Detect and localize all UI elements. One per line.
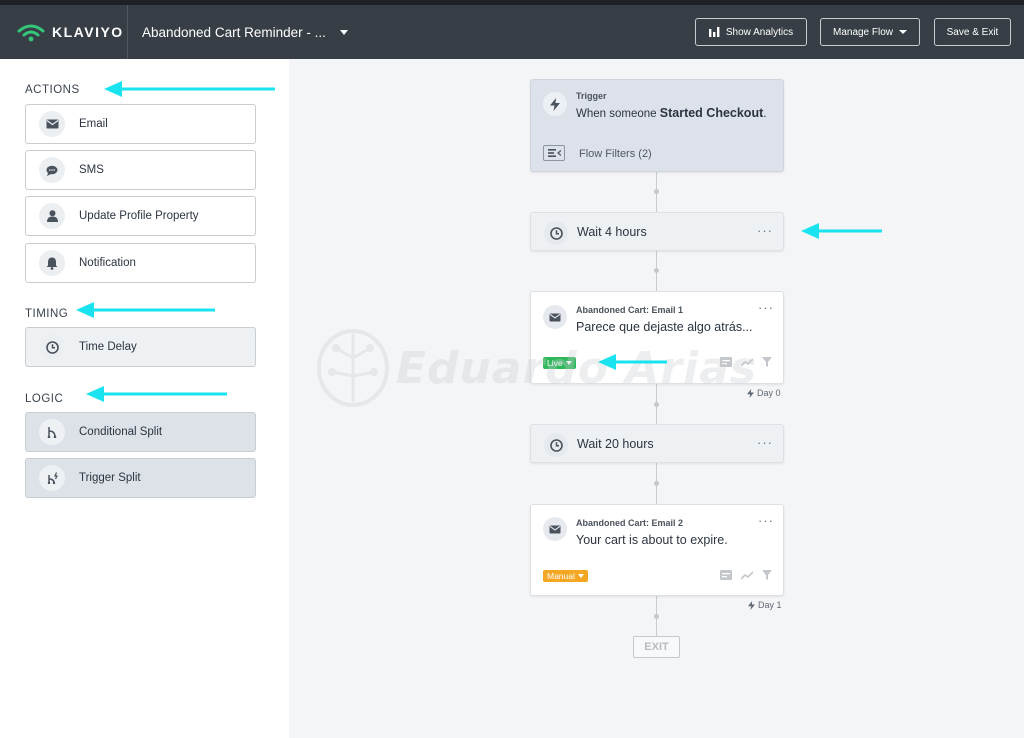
annotation-arrow-icon: [801, 223, 882, 239]
connector-dot: [654, 614, 659, 619]
top-bar: KLAVIYO Abandoned Cart Reminder - ... Sh…: [0, 0, 1024, 59]
annotation-arrow-icon: [104, 81, 275, 97]
status-badge[interactable]: Manual: [543, 570, 588, 582]
day-label: Day 1: [748, 600, 782, 610]
annotation-arrow-icon: [76, 302, 215, 318]
filter-icon: [762, 357, 772, 367]
action-time-delay[interactable]: Time Delay: [25, 327, 256, 367]
action-notification[interactable]: Notification: [25, 243, 256, 283]
save-exit-button[interactable]: Save & Exit: [934, 18, 1011, 46]
filter-list-icon: [543, 145, 565, 161]
exit-node: EXIT: [633, 636, 680, 658]
trigger-prefix: When someone: [576, 108, 657, 120]
email-name: Abandoned Cart: Email 1: [576, 305, 684, 315]
save-exit-label: Save & Exit: [946, 26, 999, 38]
bell-icon: [39, 250, 65, 276]
chevron-down-icon: [577, 574, 584, 578]
email-card[interactable]: Abandoned Cart: Email 2 Your cart is abo…: [530, 504, 784, 596]
chevron-down-icon: [339, 30, 348, 35]
annotation-arrow-icon: [86, 386, 227, 402]
more-options-icon[interactable]: ···: [757, 435, 773, 450]
header-divider: [127, 5, 128, 59]
flow-title-dropdown[interactable]: Abandoned Cart Reminder - ...: [142, 25, 348, 40]
watermark: Eduardo Arias: [316, 328, 757, 408]
manage-flow-button[interactable]: Manage Flow: [820, 18, 920, 46]
envelope-icon: [39, 111, 65, 137]
action-label: Trigger Split: [79, 472, 141, 484]
bar-chart-icon: [708, 27, 720, 37]
action-label: SMS: [79, 164, 104, 176]
clock-icon: [544, 221, 568, 245]
action-email[interactable]: Email: [25, 104, 256, 144]
action-label: Update Profile Property: [79, 210, 199, 222]
flow-title: Abandoned Cart Reminder - ...: [142, 25, 326, 40]
wait-card[interactable]: Wait 20 hours ···: [530, 424, 784, 463]
connector-dot: [654, 189, 659, 194]
action-sms[interactable]: SMS: [25, 150, 256, 190]
envelope-icon: [543, 517, 567, 541]
more-options-icon[interactable]: ···: [758, 300, 774, 315]
show-analytics-label: Show Analytics: [725, 26, 794, 38]
wifi-logo-icon: [17, 24, 45, 42]
show-analytics-button[interactable]: Show Analytics: [695, 18, 807, 46]
trigger-event: Started Checkout: [659, 106, 764, 120]
email-subject: Your cart is about to expire.: [576, 533, 728, 547]
annotation-arrow-icon: [598, 354, 667, 370]
brain-logo-icon: [317, 329, 389, 407]
envelope-icon: [543, 305, 567, 329]
lightning-icon: [543, 92, 567, 116]
chat-bubble-icon: [39, 157, 65, 183]
manage-flow-label: Manage Flow: [832, 26, 894, 38]
trend-icon: [741, 570, 753, 580]
klaviyo-logo[interactable]: KLAVIYO: [16, 19, 124, 45]
clock-icon: [544, 433, 568, 457]
action-label: Time Delay: [79, 341, 137, 353]
wait-label: Wait 20 hours: [577, 437, 654, 451]
trigger-card[interactable]: Trigger When someone Started Checkout. F…: [530, 79, 784, 172]
email-name: Abandoned Cart: Email 2: [576, 518, 684, 528]
action-label: Email: [79, 118, 108, 130]
action-trigger-split[interactable]: Trigger Split: [25, 458, 256, 498]
connector-dot: [654, 268, 659, 273]
action-label: Notification: [79, 257, 136, 269]
watermark-text: Eduardo Arias: [396, 342, 758, 394]
email-tools: [720, 570, 772, 580]
connector-dot: [654, 481, 659, 486]
actions-heading: ACTIONS: [25, 84, 80, 96]
lightning-icon: [748, 600, 755, 610]
logic-heading: LOGIC: [25, 393, 64, 405]
more-options-icon[interactable]: ···: [758, 513, 774, 528]
timing-heading: TIMING: [25, 308, 69, 320]
flow-filters-link[interactable]: Flow Filters (2): [579, 148, 652, 160]
filter-icon: [762, 570, 772, 580]
trigger-label: Trigger: [576, 91, 607, 101]
person-icon: [39, 203, 65, 229]
day-text: Day 1: [758, 600, 782, 610]
action-conditional-split[interactable]: Conditional Split: [25, 412, 256, 452]
chevron-down-icon: [899, 30, 908, 34]
preview-icon: [720, 570, 732, 580]
day-text: Day 0: [757, 388, 781, 398]
action-update-profile-property[interactable]: Update Profile Property: [25, 196, 256, 236]
wait-label: Wait 4 hours: [577, 225, 647, 239]
more-options-icon[interactable]: ···: [757, 223, 773, 238]
trigger-split-icon: [39, 465, 65, 491]
split-icon: [39, 419, 65, 445]
status-label: Manual: [547, 571, 575, 581]
brand-name: KLAVIYO: [52, 24, 124, 40]
action-label: Conditional Split: [79, 426, 163, 438]
clock-icon: [39, 334, 65, 360]
trigger-description: When someone Started Checkout.: [576, 106, 766, 120]
trigger-suffix: .: [763, 108, 767, 120]
wait-card[interactable]: Wait 4 hours ···: [530, 212, 784, 251]
